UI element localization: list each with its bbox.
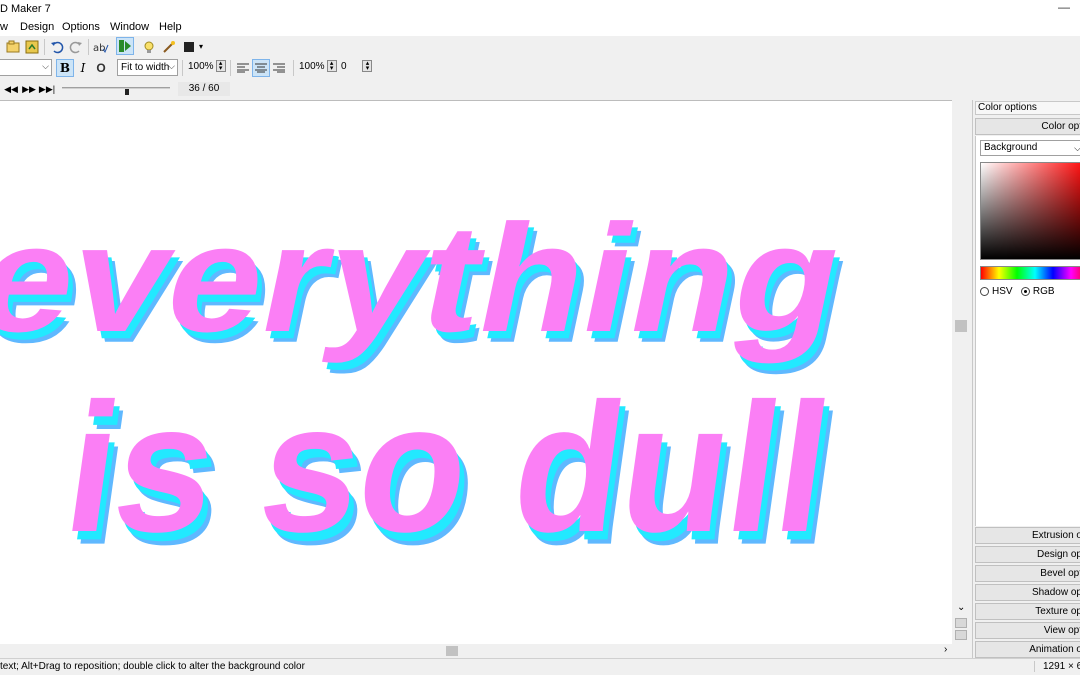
menu-window[interactable]: Window <box>110 21 149 33</box>
menu-design[interactable]: Design <box>20 21 54 33</box>
color-options-header[interactable]: Color opt <box>975 118 1080 135</box>
status-bar: text; Alt+Drag to reposition; double cli… <box>0 658 1080 675</box>
title-bar: D Maker 7 — <box>0 0 1080 18</box>
animation-toolbar: ◀◀ ▶▶ ▶▶| <box>0 78 1080 100</box>
vertical-scrollbar[interactable]: ⌄ <box>952 100 970 644</box>
art-line-2: is so dull is so dull is so dull <box>54 366 849 583</box>
menu-options[interactable]: Options <box>62 21 100 33</box>
scroll-down-icon[interactable]: ⌄ <box>957 602 965 613</box>
art-line-1: everything everything everything <box>0 192 867 374</box>
undo-icon[interactable] <box>48 38 66 56</box>
section-view[interactable]: View opt <box>975 622 1080 639</box>
spacing-stepper[interactable]: 100% ▴ ▾ <box>297 58 339 75</box>
fill-icon[interactable] <box>180 38 198 56</box>
spin-icon: ▴ ▾ <box>215 60 226 73</box>
horizontal-scroll-thumb[interactable] <box>446 646 458 656</box>
align-left-icon[interactable] <box>234 59 252 77</box>
menu-bar: w Design Options Window Help <box>0 18 1080 36</box>
rgb-label: RGB <box>1032 286 1055 297</box>
panel-title: Color options <box>975 101 1080 115</box>
chevron-down-icon: ⌵ <box>42 61 49 71</box>
canvas-dimensions: 1291 × 6 <box>1034 661 1080 672</box>
slider-thumb[interactable] <box>124 89 129 95</box>
options-panel: Color options Color opt Background ⌵ HSV … <box>972 100 1080 658</box>
section-extrusion[interactable]: Extrusion o <box>975 527 1080 544</box>
rewind-icon[interactable]: ◀◀ <box>2 80 20 98</box>
save-file-icon[interactable] <box>23 38 41 56</box>
section-design[interactable]: Design op <box>975 546 1080 563</box>
section-bevel[interactable]: Bevel opt <box>975 565 1080 582</box>
section-shadow[interactable]: Shadow op <box>975 584 1080 601</box>
open-file-icon[interactable] <box>4 38 22 56</box>
rgb-radio[interactable] <box>1020 286 1030 296</box>
section-texture[interactable]: Texture op <box>975 603 1080 620</box>
hsv-label: HSV <box>992 286 1013 297</box>
menu-help[interactable]: Help <box>159 21 182 33</box>
minimize-button[interactable]: — <box>1058 0 1070 14</box>
align-right-icon[interactable] <box>270 59 288 77</box>
play-icon[interactable]: ▶▶ <box>20 80 38 98</box>
chevron-down-icon[interactable]: ▾ <box>199 42 203 51</box>
redo-icon[interactable] <box>67 38 85 56</box>
offset-stepper[interactable]: 0 ▴ ▾ <box>339 58 374 75</box>
format-toolbar: ⌵ B I O Fit to width ⌵ 100% ▴ ▾ 100% ▴ ▾ 0 ▴ ▾ <box>0 58 1080 78</box>
vertical-scroll-thumb[interactable] <box>955 320 967 332</box>
zoom-in-button[interactable] <box>955 618 967 628</box>
menu-view[interactable]: w <box>0 21 8 33</box>
saturation-value-picker[interactable] <box>980 162 1080 260</box>
color-target-select[interactable]: Background ⌵ <box>980 140 1080 156</box>
main-toolbar: ab ▾ <box>0 36 1080 58</box>
face-line-1: everything <box>0 192 859 363</box>
align-center-icon[interactable] <box>252 59 270 77</box>
fit-select[interactable]: Fit to width ⌵ <box>117 59 178 76</box>
spell-check-icon[interactable]: ab <box>92 38 110 56</box>
chevron-down-icon: ⌵ <box>1074 143 1080 153</box>
status-message: text; Alt+Drag to reposition; double cli… <box>0 661 305 672</box>
chevron-down-icon: ⌵ <box>168 61 175 71</box>
bold-button[interactable]: B <box>56 59 74 77</box>
spin-icon: ▴ ▾ <box>326 60 337 73</box>
light-bulb-icon[interactable] <box>140 38 158 56</box>
frame-slider[interactable] <box>62 87 170 89</box>
scale-stepper[interactable]: 100% ▴ ▾ <box>186 58 228 75</box>
hsv-radio[interactable] <box>980 286 989 296</box>
italic-button[interactable]: I <box>74 59 92 77</box>
color-options-body: Background ⌵ HSV RGB <box>975 136 1080 526</box>
window-title: D Maker 7 <box>0 3 51 15</box>
skip-end-icon[interactable]: ▶▶| <box>38 80 56 98</box>
outline-button[interactable]: O <box>92 59 110 77</box>
spin-icon: ▴ ▾ <box>362 60 373 73</box>
design-canvas[interactable]: everything everything everything everyth… <box>0 100 952 644</box>
text-art: everything everything everything everyth… <box>0 192 867 583</box>
hue-slider[interactable] <box>980 266 1080 280</box>
svg-text:ab: ab <box>93 43 105 54</box>
wand-icon[interactable] <box>160 38 178 56</box>
zoom-out-button[interactable] <box>955 630 967 640</box>
frame-counter: 36 / 60 <box>178 82 230 96</box>
face-line-2: is so dull <box>54 366 841 571</box>
section-animation[interactable]: Animation o <box>975 641 1080 658</box>
horizontal-scrollbar[interactable]: › <box>0 644 960 658</box>
preview-icon[interactable] <box>116 37 134 55</box>
font-select[interactable]: ⌵ <box>0 59 52 76</box>
scroll-right-icon[interactable]: › <box>944 644 947 655</box>
color-mode-group: HSV RGB <box>980 286 1055 297</box>
